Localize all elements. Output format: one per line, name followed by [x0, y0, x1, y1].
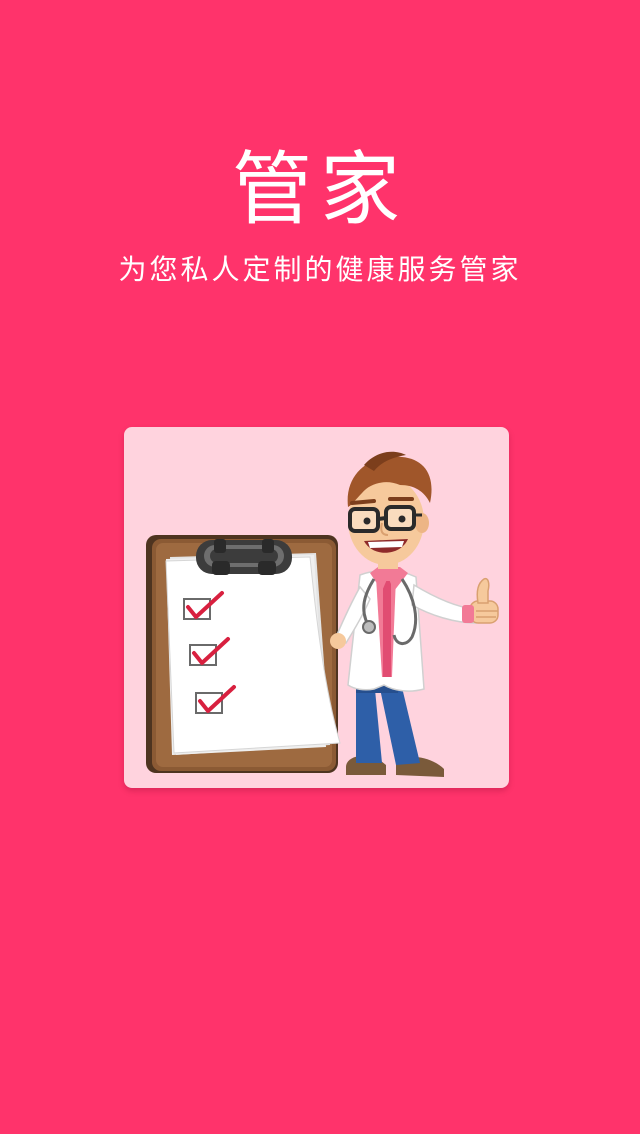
doctor-icon — [330, 451, 499, 777]
clipboard-icon — [146, 535, 341, 773]
app-title: 管家 — [232, 143, 408, 236]
illustration-card — [124, 427, 509, 788]
doctor-checklist-illustration — [146, 451, 499, 777]
splash-screen: 管家 为您私人定制的健康服务管家 — [0, 0, 640, 1134]
app-subtitle: 为您私人定制的健康服务管家 — [118, 253, 522, 286]
thumbs-up-icon — [462, 577, 499, 624]
